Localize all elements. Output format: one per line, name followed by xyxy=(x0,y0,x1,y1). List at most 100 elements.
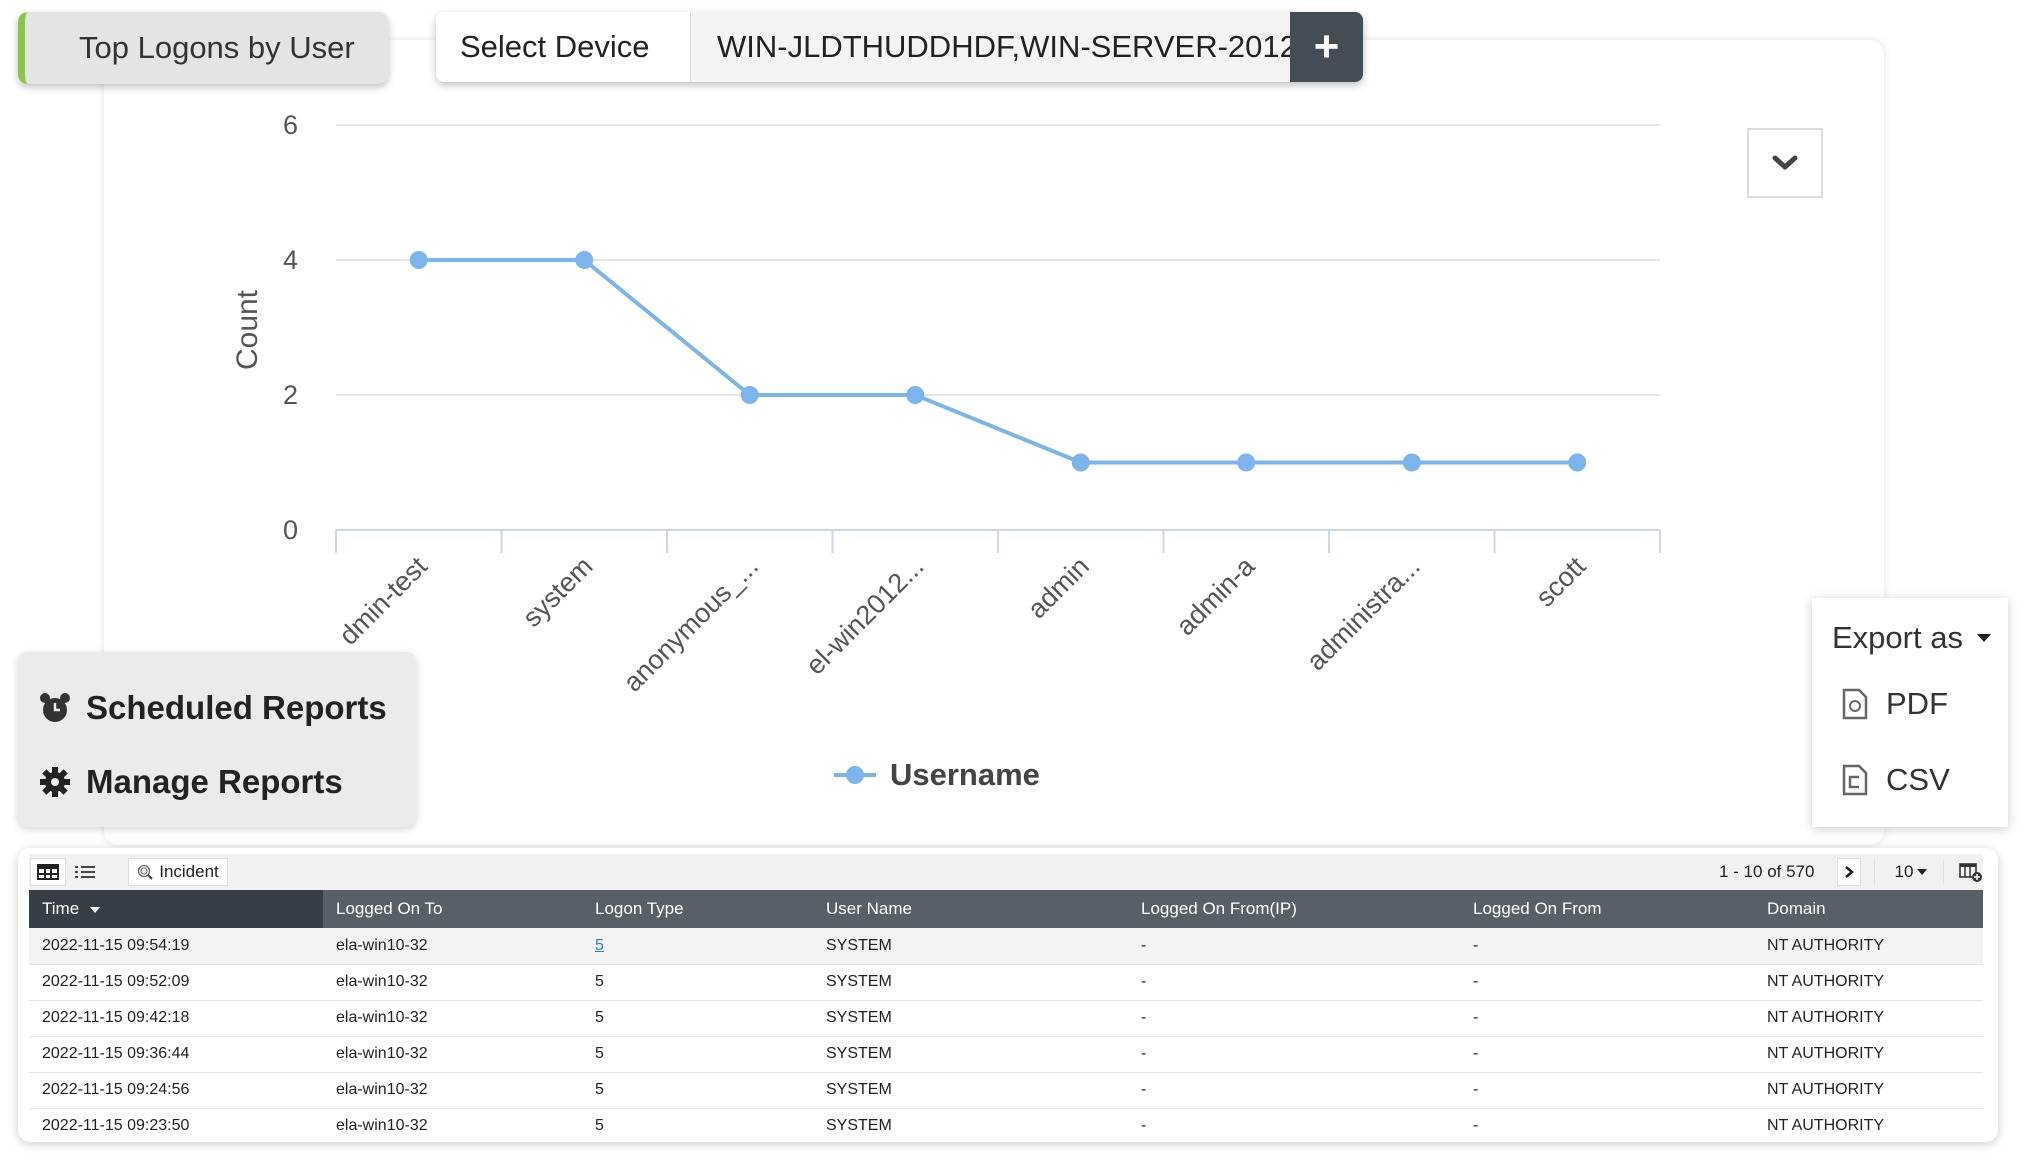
column-header-label: Logon Type xyxy=(595,899,684,918)
column-header-logged-on-to[interactable]: Logged On To xyxy=(323,890,582,928)
table-cell: NT AUTHORITY xyxy=(1754,928,1983,965)
chart-legend[interactable]: Username xyxy=(834,757,1040,793)
data-point[interactable] xyxy=(409,251,428,269)
data-point[interactable] xyxy=(1237,453,1256,472)
table-cell: ela-win10-32 xyxy=(323,964,582,1001)
table-row[interactable]: 2022-11-15 09:54:19 ela-win10-32 5 SYSTEM - -… xyxy=(29,928,1983,965)
chart-x-axis xyxy=(335,529,1661,553)
device-selector: Select Device WIN-JLDTHUDDHDF,WIN-SERVER… xyxy=(436,12,1363,82)
cell-value: ela-win10-32 xyxy=(336,1045,428,1062)
cell-value: - xyxy=(1473,1009,1479,1026)
column-header-logged-on-from[interactable]: Logged On From xyxy=(1460,890,1754,928)
y-axis-title: Count xyxy=(231,289,264,370)
table-cell: 5 xyxy=(582,964,813,1001)
series-username xyxy=(409,251,1587,472)
column-header-label: User Name xyxy=(826,899,912,918)
data-point[interactable] xyxy=(575,251,594,269)
report-title-tab[interactable]: Top Logons by User xyxy=(18,12,388,84)
y-tick-label: 0 xyxy=(283,515,298,545)
cell-value: - xyxy=(1473,1081,1479,1098)
cell-value: NT AUTHORITY xyxy=(1767,973,1885,990)
list-icon xyxy=(75,866,95,878)
y-tick-label: 6 xyxy=(283,110,298,140)
table-body: 2022-11-15 09:54:19 ela-win10-32 5 SYSTEM - -… xyxy=(29,928,1983,1142)
incident-label: Incident xyxy=(159,862,219,881)
cell-value: - xyxy=(1473,1045,1479,1062)
add-device-button[interactable]: + xyxy=(1290,12,1363,82)
export-as-dropdown[interactable]: Export as xyxy=(1832,610,2008,666)
cell-value: - xyxy=(1141,973,1147,990)
column-header-domain[interactable]: Domain xyxy=(1754,890,1983,928)
manage-reports-label: Manage Reports xyxy=(86,763,343,800)
data-point[interactable] xyxy=(906,386,925,404)
export-pdf-item[interactable]: PDF xyxy=(1832,666,2008,742)
table-cell: - xyxy=(1128,928,1460,965)
scheduled-reports-item[interactable]: Scheduled Reports xyxy=(38,682,416,734)
caret-down-icon xyxy=(1917,869,1928,875)
data-point[interactable] xyxy=(740,386,759,404)
x-tick-label: administra... xyxy=(1301,551,1426,676)
cell-value: 2022-11-15 09:54:19 xyxy=(42,936,190,954)
cell-value: ela-win10-32 xyxy=(336,1009,428,1026)
chart-y-ticks: 0 2 4 6 xyxy=(283,110,298,545)
data-point[interactable] xyxy=(1402,453,1421,472)
table-cell: 2022-11-15 09:52:09 xyxy=(29,964,323,1001)
table-row[interactable]: 2022-11-15 09:52:09 ela-win10-32 5 SYSTEM - -… xyxy=(29,964,1983,1001)
series-line xyxy=(418,258,1578,465)
cell-value: 5 xyxy=(595,1117,604,1134)
export-menu: Export as PDF CSV xyxy=(1812,598,2008,827)
table-cell: - xyxy=(1128,1108,1460,1142)
logon-type-link[interactable]: 5 xyxy=(595,937,604,954)
x-tick-label: admin xyxy=(1022,551,1095,624)
device-input[interactable]: WIN-JLDTHUDDHDF,WIN-SERVER-2012 xyxy=(691,12,1290,82)
x-tick-label: dmin-test xyxy=(333,551,433,651)
column-header-user-name[interactable]: User Name xyxy=(813,890,1128,928)
table-cell: 5 xyxy=(582,1072,813,1109)
cell-value: 2022-11-15 09:36:44 xyxy=(42,1045,190,1062)
column-header-time[interactable]: Time xyxy=(29,890,323,928)
chart-options-button[interactable] xyxy=(1747,128,1823,198)
table-row[interactable]: 2022-11-15 09:36:44 ela-win10-32 5 SYSTEM - -… xyxy=(29,1036,1983,1073)
cell-value: ela-win10-32 xyxy=(336,1081,428,1098)
manage-reports-item[interactable]: Manage Reports xyxy=(38,756,416,808)
table-cell: SYSTEM xyxy=(813,1036,1128,1073)
x-tick-label: admin-a xyxy=(1170,550,1261,641)
cell-value: SYSTEM xyxy=(826,1081,892,1098)
select-device-label: Select Device xyxy=(436,12,691,82)
caret-down-icon xyxy=(1976,634,1991,642)
add-column-button[interactable] xyxy=(1957,858,1985,886)
results-table-card: Incident 1 - 10 of 570 10 Time Logged On… xyxy=(18,848,1998,1142)
logons-table: Time Logged On To Logon Type User Name Logge… xyxy=(29,890,1983,1142)
table-cell: - xyxy=(1460,1000,1754,1037)
column-header-logged-on-from-ip[interactable]: Logged On From(IP) xyxy=(1128,890,1460,928)
data-point[interactable] xyxy=(1568,453,1587,472)
table-cell: SYSTEM xyxy=(813,1000,1128,1037)
table-cell: 5 xyxy=(582,1108,813,1142)
grid-view-button[interactable] xyxy=(30,858,66,886)
list-view-button[interactable] xyxy=(67,858,103,886)
table-row[interactable]: 2022-11-15 09:24:56 ela-win10-32 5 SYSTEM - -… xyxy=(29,1072,1983,1109)
export-as-label: Export as xyxy=(1832,620,1963,655)
incident-button[interactable]: Incident xyxy=(128,858,228,886)
table-row[interactable]: 2022-11-15 09:42:18 ela-win10-32 5 SYSTEM - -… xyxy=(29,1000,1983,1037)
column-header-logon-type[interactable]: Logon Type xyxy=(582,890,813,928)
cell-value: - xyxy=(1141,1117,1147,1134)
cell-value: - xyxy=(1141,936,1147,954)
y-tick-label: 4 xyxy=(283,245,298,275)
data-point[interactable] xyxy=(1071,453,1090,472)
pdf-label: PDF xyxy=(1886,686,1948,721)
column-header-label: Logged On From(IP) xyxy=(1141,899,1297,918)
page-size-select[interactable]: 10 xyxy=(1891,858,1931,886)
export-csv-item[interactable]: CSV xyxy=(1832,742,2008,818)
cell-value: 2022-11-15 09:23:50 xyxy=(42,1117,190,1134)
table-cell: SYSTEM xyxy=(813,964,1128,1001)
cell-value: NT AUTHORITY xyxy=(1767,1081,1885,1098)
table-cell: 5 xyxy=(582,1036,813,1073)
table-cell: ela-win10-32 xyxy=(323,1072,582,1109)
table-row[interactable]: 2022-11-15 09:23:50 ela-win10-32 5 SYSTEM - -… xyxy=(29,1108,1983,1142)
next-page-button[interactable] xyxy=(1837,858,1861,886)
table-cell: ela-win10-32 xyxy=(323,1036,582,1073)
table-cell: - xyxy=(1460,1072,1754,1109)
table-cell: NT AUTHORITY xyxy=(1754,1000,1983,1037)
table-cell: - xyxy=(1460,1108,1754,1142)
